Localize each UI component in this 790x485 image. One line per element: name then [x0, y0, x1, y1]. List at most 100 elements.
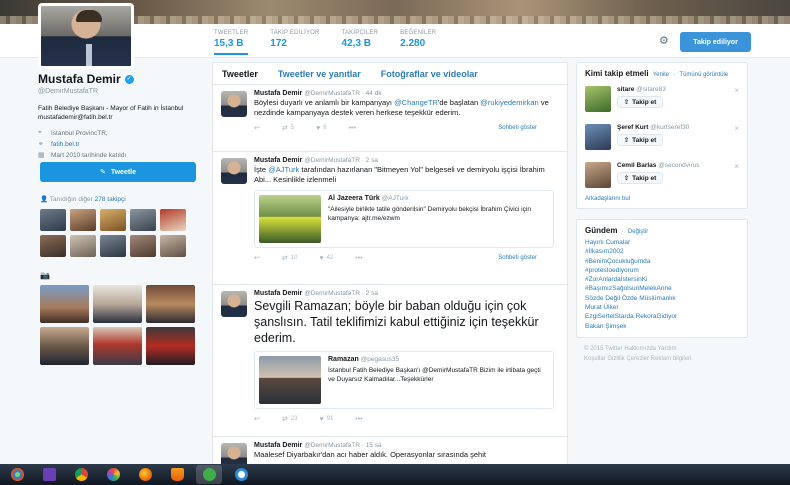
photo-thumb[interactable]	[40, 327, 89, 365]
photo-thumb[interactable]	[146, 285, 195, 323]
suggestion-avatar[interactable]	[585, 162, 611, 188]
photo-thumb[interactable]	[146, 327, 195, 365]
refresh-link[interactable]: Yenile	[653, 72, 669, 78]
dismiss-icon[interactable]: ×	[734, 162, 739, 171]
reply-icon[interactable]: ↩	[254, 254, 260, 262]
trend-item[interactable]: #BenimÇocukluğumda	[585, 257, 739, 266]
gear-icon[interactable]: ⚙	[659, 36, 670, 47]
internet-explorer-icon[interactable]	[228, 465, 254, 484]
trend-item[interactable]: EzgiSertelStarda RekoraGidiyor	[585, 312, 739, 321]
following-button[interactable]: Takip ediliyor	[680, 32, 751, 52]
follow-button[interactable]: ⇧ Takip et	[617, 96, 663, 108]
retweet-icon[interactable]: ⇄	[282, 254, 288, 262]
stat-tweets[interactable]: TWEETLER 15,3 B	[214, 30, 249, 55]
stat-followers[interactable]: TAKİPÇİLER 42,3 B	[342, 30, 379, 55]
follow-button[interactable]: ⇧ Takip et	[617, 134, 663, 146]
heart-icon[interactable]: ♥	[319, 255, 323, 262]
tweet-author[interactable]: Mustafa Demir	[254, 90, 302, 97]
more-icon[interactable]: •••	[355, 255, 362, 262]
tweet-author[interactable]: Mustafa Demir	[254, 157, 302, 164]
suggestion-display-name[interactable]: sitare	[617, 86, 634, 93]
follower-avatar[interactable]	[40, 209, 66, 231]
picasa-icon[interactable]	[100, 465, 126, 484]
tab-media[interactable]: Fotoğraflar ve videolar	[381, 69, 478, 79]
quote-author[interactable]: Ramazan	[328, 356, 359, 363]
tweet-item[interactable]: Mustafa Demir @DemirMustafaTR · 2 sa Sev…	[213, 285, 567, 437]
profile-avatar[interactable]	[38, 3, 134, 69]
quote-author[interactable]: Al Jazeera Türk	[328, 195, 380, 202]
follower-avatar[interactable]	[70, 235, 96, 257]
tweet-item[interactable]: Mustafa Demir @DemirMustafaTR · 44 dk Bö…	[213, 85, 567, 152]
quoted-tweet[interactable]: Al Jazeera Türk @AJTurk "Ailesiyle birli…	[254, 190, 554, 248]
visual-studio-icon[interactable]	[36, 465, 62, 484]
follower-avatar[interactable]	[130, 209, 156, 231]
suggestion-avatar[interactable]	[585, 86, 611, 112]
tweet-avatar[interactable]	[221, 91, 247, 117]
retweet-icon[interactable]: ⇄	[282, 124, 288, 132]
reply-icon[interactable]: ↩	[254, 124, 260, 132]
stat-likes[interactable]: BEĞENİLER 2.280	[400, 30, 436, 55]
show-conversation-link[interactable]: Sohbeti göster	[498, 125, 537, 131]
trend-item[interactable]: Hayırlı Cumalar	[585, 238, 739, 247]
footer-line[interactable]: © 2015 Twitter Hakkımızda Yardım	[584, 344, 748, 354]
start-button[interactable]	[4, 465, 30, 484]
more-icon[interactable]: •••	[355, 416, 362, 423]
dismiss-icon[interactable]: ×	[734, 124, 739, 133]
profile-name[interactable]: Mustafa Demir	[38, 72, 121, 86]
heart-icon[interactable]: ♥	[316, 125, 320, 132]
tweet-handle-time: @DemirMustafaTR · 15 sa	[304, 442, 382, 449]
firefox-icon[interactable]	[132, 465, 158, 484]
tweet-item[interactable]: Mustafa Demir @DemirMustafaTR · 2 sa İşt…	[213, 152, 567, 285]
footer-line[interactable]: Koşullar Gizlilik Çerezler Reklam bilgil…	[584, 354, 748, 364]
known-followers-link[interactable]: 278 takipçi	[95, 196, 126, 203]
photo-thumb[interactable]	[40, 285, 89, 323]
heart-icon[interactable]: ♥	[319, 416, 323, 423]
follower-avatar[interactable]	[70, 209, 96, 231]
utorrent-icon[interactable]	[196, 465, 222, 484]
view-all-link[interactable]: Tümünü görüntüle	[679, 72, 728, 78]
follower-avatar[interactable]	[100, 209, 126, 231]
follower-avatar[interactable]	[40, 235, 66, 257]
tab-tweets[interactable]: Tweetler	[222, 69, 258, 79]
follower-avatar[interactable]	[100, 235, 126, 257]
mention-link[interactable]: @AJTurk	[268, 165, 299, 174]
trend-item[interactable]: #ZorAnlardaİstersinKi	[585, 275, 739, 284]
tab-tweets-replies[interactable]: Tweetler ve yanıtlar	[278, 69, 361, 79]
suggestion-avatar[interactable]	[585, 124, 611, 150]
photo-thumb[interactable]	[93, 285, 142, 323]
suggestion-display-name[interactable]: Cemil Barlas	[617, 162, 656, 169]
trend-item[interactable]: Sözde Değil Özde Müslümanlık	[585, 294, 739, 303]
trend-item[interactable]: Bakan Şimşek	[585, 322, 739, 331]
chrome-icon[interactable]	[68, 465, 94, 484]
trend-item[interactable]: #protestoediyorum	[585, 266, 739, 275]
trend-item[interactable]: #İlkasım2002	[585, 247, 739, 256]
tweet-avatar[interactable]	[221, 291, 247, 317]
change-trends-link[interactable]: Değiştir	[628, 229, 648, 235]
trend-item[interactable]: Murat Ülker	[585, 303, 739, 312]
follower-avatar[interactable]	[160, 209, 186, 231]
tweet-author[interactable]: Mustafa Demir	[254, 290, 302, 297]
photo-thumb[interactable]	[93, 327, 142, 365]
tweet-button[interactable]: ✎ Tweetle	[40, 162, 196, 182]
retweet-icon[interactable]: ⇄	[282, 415, 288, 423]
tweet-author[interactable]: Mustafa Demir	[254, 442, 302, 449]
dismiss-icon[interactable]: ×	[734, 86, 739, 95]
mention-link[interactable]: @ChangeTR	[394, 98, 438, 107]
vlc-icon[interactable]	[164, 465, 190, 484]
reply-icon[interactable]: ↩	[254, 415, 260, 423]
website-link[interactable]: fatih.bel.tr	[51, 141, 80, 148]
follower-avatar[interactable]	[160, 235, 186, 257]
follow-button[interactable]: ⇧ Takip et	[617, 172, 663, 184]
tweet-item[interactable]: Mustafa Demir @DemirMustafaTR · 15 sa Ma…	[213, 437, 567, 466]
followers-you-know: 👤 Tanıdığın diğer 278 takipçi	[40, 195, 126, 203]
stat-following[interactable]: TAKİP EDİLİYOR 172	[270, 30, 319, 55]
tweet-avatar[interactable]	[221, 158, 247, 184]
show-conversation-link[interactable]: Sohbeti göster	[498, 255, 537, 261]
follower-avatar[interactable]	[130, 235, 156, 257]
mention-link[interactable]: @rukiyedemirkan	[480, 98, 538, 107]
find-friends-link[interactable]: Arkadaşlarını bul	[585, 196, 739, 202]
more-icon[interactable]: •••	[349, 125, 356, 132]
suggestion-display-name[interactable]: Şeref Kurt	[617, 124, 648, 131]
quoted-tweet[interactable]: Ramazan @pegasus35 İstanbul Fatih Beledi…	[254, 351, 554, 409]
trend-item[interactable]: #BaşımızSağolsunMelekAnne	[585, 284, 739, 293]
